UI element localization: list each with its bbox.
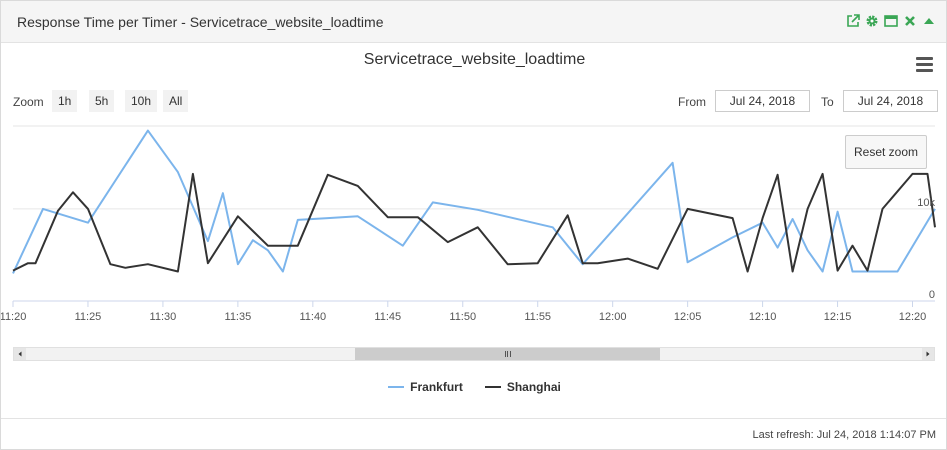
last-refresh-text: Last refresh: Jul 24, 2018 1:14:07 PM — [752, 429, 936, 441]
x-tick-label: 12:15 — [824, 311, 852, 323]
navigator-scrollbar[interactable] — [13, 347, 935, 361]
legend-item-shanghai[interactable]: Shanghai — [484, 380, 561, 394]
series-line-shanghai[interactable] — [12, 172, 936, 273]
x-tick-label: 11:35 — [225, 311, 252, 323]
widget-panel: Response Time per Timer - Servicetrace_w… — [0, 0, 947, 450]
x-tick-label: 11:20 — [1, 311, 26, 323]
y-tick-label: 0 — [929, 289, 935, 301]
grip-icon — [504, 351, 511, 357]
x-tick-label: 12:05 — [674, 311, 702, 323]
chart-plot[interactable]: 11:20 11:25 11:30 11:35 11:40 11:45 11:50 11:55… — [1, 1, 947, 341]
x-tick-label: 11:25 — [75, 311, 102, 323]
x-tick-label: 11:30 — [150, 311, 177, 323]
x-tick-label: 11:40 — [299, 311, 326, 323]
scroll-thumb[interactable] — [355, 348, 660, 360]
x-tick-label: 11:50 — [449, 311, 476, 323]
panel-footer: Last refresh: Jul 24, 2018 1:14:07 PM — [1, 418, 946, 450]
x-tick-label: 12:10 — [749, 311, 777, 323]
x-tick-label: 11:55 — [524, 311, 551, 323]
legend-item-frankfurt[interactable]: Frankfurt — [388, 380, 463, 394]
y-tick-label: 10k — [917, 197, 935, 209]
x-tick-label: 12:20 — [899, 311, 927, 323]
legend-label: Frankfurt — [410, 380, 463, 394]
chart-legend: Frankfurt Shanghai — [1, 380, 947, 394]
scroll-right-arrow-icon[interactable] — [922, 348, 934, 360]
reset-zoom-button[interactable]: Reset zoom — [845, 135, 927, 169]
x-tick-label: 12:00 — [599, 311, 627, 323]
legend-label: Shanghai — [506, 380, 561, 394]
x-tick-label: 11:45 — [374, 311, 401, 323]
scroll-left-arrow-icon[interactable] — [14, 348, 26, 360]
legend-swatch — [484, 386, 501, 388]
legend-swatch — [388, 386, 405, 388]
